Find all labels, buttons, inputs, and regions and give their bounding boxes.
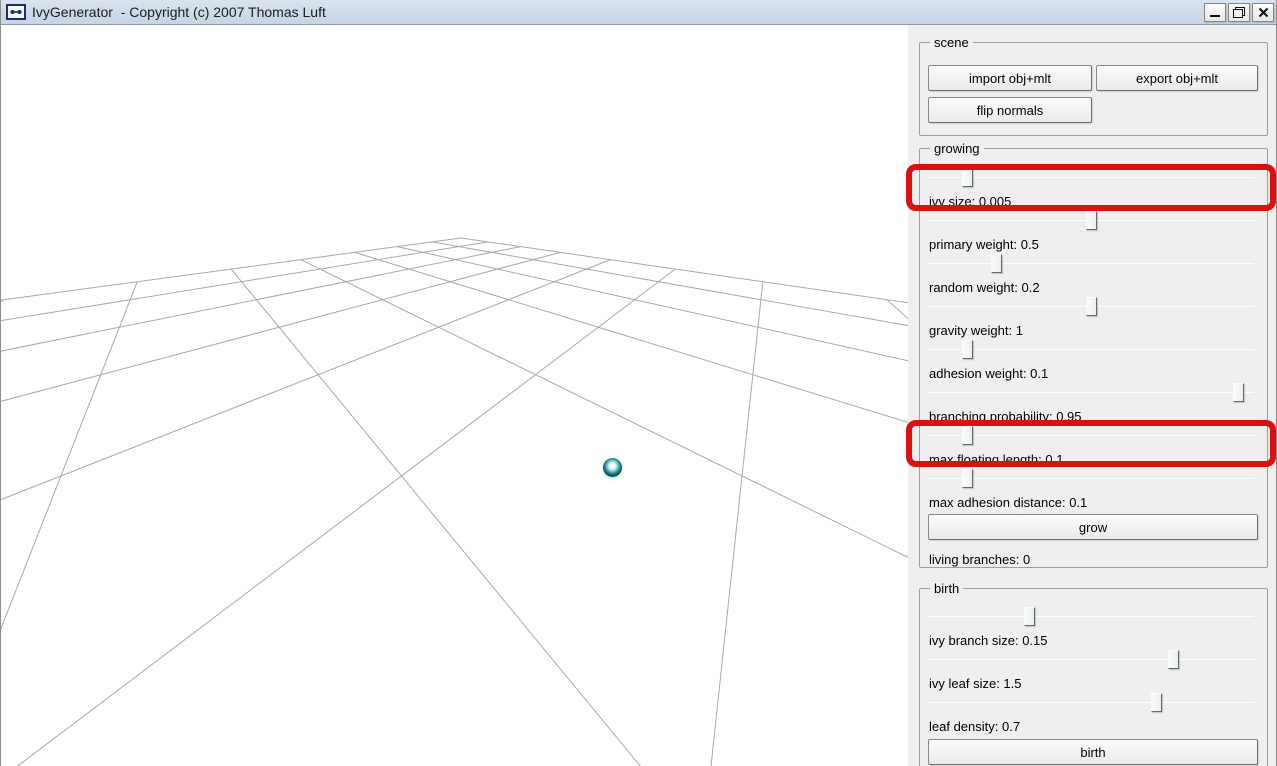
import-obj-mlt-button[interactable]: import obj+mlt: [928, 65, 1092, 91]
slider-value-label: max adhesion distance: 0.1: [929, 495, 1088, 510]
ground-grid: [1, 237, 908, 766]
window-title: IvyGenerator - Copyright (c) 2007 Thomas…: [32, 4, 326, 20]
close-icon: [1258, 7, 1268, 18]
minimize-icon: [1210, 15, 1220, 17]
slider-value-label: gravity weight: 1: [929, 323, 1023, 338]
slider-ivy-size[interactable]: [928, 168, 1254, 188]
app-icon: [6, 4, 26, 20]
slider-value-label: ivy branch size: 0.15: [929, 633, 1048, 648]
slider-value-label: max floating length: 0.1: [929, 452, 1064, 467]
slider-branching-probability[interactable]: [928, 383, 1254, 403]
growing-legend: growing: [930, 141, 984, 156]
slider-random-weight[interactable]: [928, 254, 1254, 274]
slider-value-label: random weight: 0.2: [929, 280, 1040, 295]
slider-gravity-weight[interactable]: [928, 297, 1254, 317]
slider-track[interactable]: [928, 435, 1254, 436]
slider-thumb[interactable]: [1024, 607, 1036, 626]
3d-viewport[interactable]: [1, 25, 908, 766]
slider-track[interactable]: [928, 616, 1254, 617]
slider-value-label: leaf density: 0.7: [929, 719, 1021, 734]
slider-thumb[interactable]: [1232, 383, 1244, 402]
slider-thumb[interactable]: [962, 426, 974, 445]
slider-ivy-branch-size[interactable]: [928, 607, 1254, 627]
slider-track[interactable]: [928, 349, 1254, 350]
window-controls: [1204, 3, 1274, 22]
slider-value-label: primary weight: 0.5: [929, 237, 1039, 252]
slider-track[interactable]: [928, 177, 1254, 178]
slider-thumb[interactable]: [1086, 211, 1097, 230]
export-obj-mlt-button[interactable]: export obj+mlt: [1096, 65, 1258, 91]
grow-button[interactable]: grow: [928, 514, 1258, 540]
slider-track[interactable]: [928, 392, 1254, 393]
slider-value-label: branching probability: 0.95: [929, 409, 1082, 424]
slider-thumb[interactable]: [991, 254, 1003, 273]
slider-primary-weight[interactable]: [928, 211, 1254, 231]
slider-value-label: ivy leaf size: 1.5: [929, 676, 1022, 691]
slider-ivy-leaf-size[interactable]: [928, 650, 1254, 670]
close-button[interactable]: [1252, 3, 1274, 22]
slider-max-adhesion-distance[interactable]: [928, 469, 1254, 489]
scene-legend: scene: [930, 35, 973, 50]
slider-thumb[interactable]: [962, 168, 974, 187]
slider-thumb[interactable]: [962, 469, 974, 488]
slider-leaf-density[interactable]: [928, 693, 1254, 713]
slider-value-label: ivy size: 0.005: [929, 194, 1012, 209]
app-window: IvyGenerator - Copyright (c) 2007 Thomas…: [0, 0, 1277, 766]
restore-button[interactable]: [1228, 3, 1250, 22]
slider-track[interactable]: [928, 478, 1254, 479]
slider-track[interactable]: [928, 263, 1254, 264]
ivy-seed-sphere: [603, 458, 622, 477]
slider-adhesion-weight[interactable]: [928, 340, 1254, 360]
slider-thumb[interactable]: [1151, 693, 1163, 712]
slider-thumb[interactable]: [1167, 650, 1179, 669]
living-branches-status: living branches: 0: [929, 552, 1031, 567]
flip-normals-button[interactable]: flip normals: [928, 97, 1092, 123]
control-panel: scene import obj+mlt export obj+mlt flip…: [908, 25, 1276, 766]
slider-track[interactable]: [928, 702, 1254, 703]
slider-thumb[interactable]: [1086, 297, 1097, 316]
restore-icon: [1233, 7, 1245, 18]
slider-thumb[interactable]: [962, 340, 974, 359]
title-bar[interactable]: IvyGenerator - Copyright (c) 2007 Thomas…: [1, 0, 1276, 25]
slider-track[interactable]: [928, 659, 1254, 660]
slider-value-label: adhesion weight: 0.1: [929, 366, 1049, 381]
birth-button[interactable]: birth: [928, 739, 1258, 765]
slider-max-floating-length[interactable]: [928, 426, 1254, 446]
birth-legend: birth: [930, 581, 964, 596]
minimize-button[interactable]: [1204, 3, 1226, 22]
